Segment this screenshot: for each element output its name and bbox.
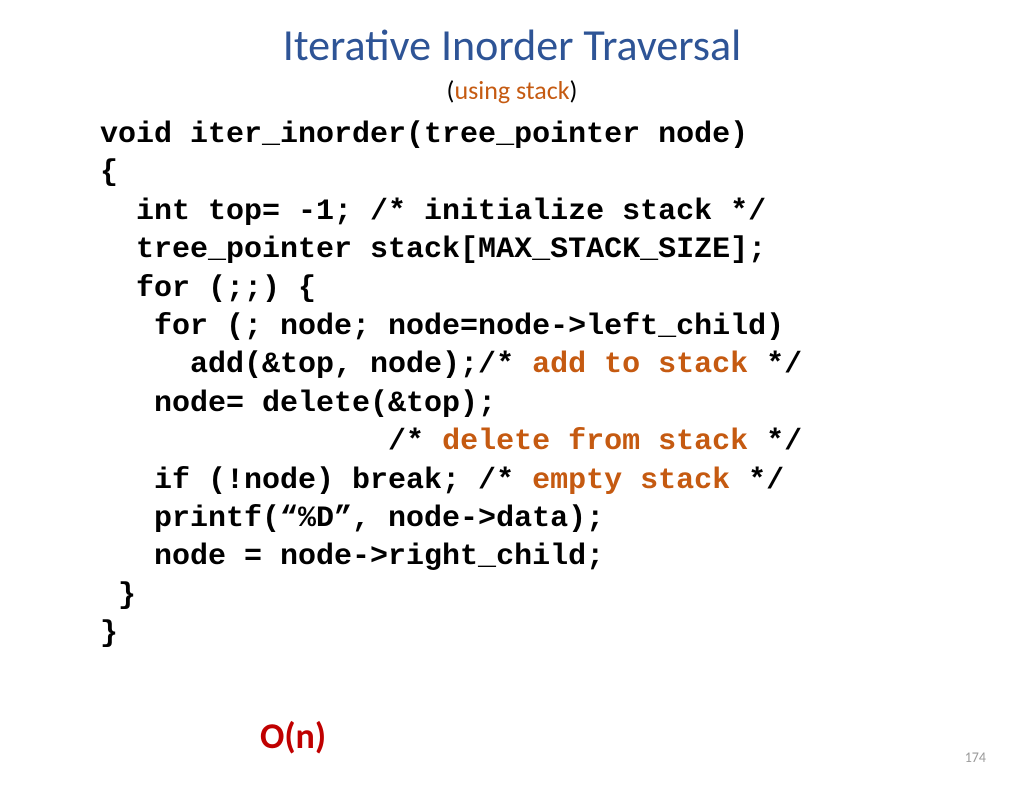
code-line: printf(“%D”, node->data); <box>100 502 604 536</box>
code-line: */ <box>748 425 802 459</box>
complexity-label: O(n) <box>260 714 326 758</box>
code-line: */ <box>748 348 802 382</box>
code-line: tree_pointer stack[MAX_STACK_SIZE]; <box>100 233 766 267</box>
code-line: int top= -1; /* initialize stack */ <box>100 195 766 229</box>
code-line: */ <box>730 464 784 498</box>
code-line: void iter_inorder(tree_pointer node) <box>100 118 748 152</box>
paren-close: ) <box>570 74 578 106</box>
code-line: { <box>100 156 118 190</box>
code-line: } <box>100 579 136 613</box>
slide-title: Iterative Inorder Traversal <box>0 18 1024 72</box>
code-line: /* <box>100 425 442 459</box>
comment-add: add to stack <box>532 348 748 382</box>
comment-delete: delete from stack <box>442 425 748 459</box>
code-line: } <box>100 617 118 651</box>
subtitle-text: using stack <box>454 74 569 106</box>
code-block: void iter_inorder(tree_pointer node) { i… <box>100 116 1024 653</box>
slide-subtitle: (using stack) <box>0 74 1024 106</box>
code-line: node = node->right_child; <box>100 540 604 574</box>
code-line: for (; node; node=node->left_child) <box>100 310 784 344</box>
page-number: 174 <box>965 749 986 766</box>
code-line: if (!node) break; /* <box>100 464 532 498</box>
code-line: add(&top, node);/* <box>100 348 532 382</box>
code-line: node= delete(&top); <box>100 387 496 421</box>
code-line: for (;;) { <box>100 272 316 306</box>
comment-empty: empty stack <box>532 464 730 498</box>
